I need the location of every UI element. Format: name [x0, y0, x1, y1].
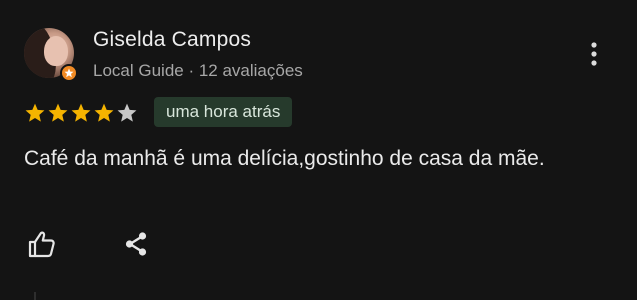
- star-empty-icon: [117, 103, 137, 122]
- like-button[interactable]: [26, 228, 58, 260]
- reviewer-avatar[interactable]: [24, 28, 78, 82]
- avatar-face: [44, 36, 68, 66]
- badge-star-icon: [64, 68, 74, 78]
- more-options-button[interactable]: [580, 38, 608, 70]
- reviewer-meta: Local Guide · 12 avaliações: [93, 61, 303, 80]
- share-icon: [125, 232, 147, 256]
- review-text: Café da manhã é uma delícia,gostinho de …: [24, 147, 545, 170]
- star-rating: [24, 102, 138, 124]
- thumbs-up-icon: [28, 231, 55, 258]
- local-guide-badge-icon: [60, 64, 78, 82]
- star-filled-icon: [25, 103, 45, 122]
- star-filled-icon: [94, 103, 114, 122]
- reviewer-name[interactable]: Giselda Campos: [93, 28, 251, 52]
- next-review-hint: [34, 292, 36, 300]
- star-filled-icon: [71, 103, 91, 122]
- review-time-chip: uma hora atrás: [154, 97, 293, 127]
- more-vert-icon: [591, 42, 597, 66]
- share-button[interactable]: [121, 229, 151, 259]
- star-filled-icon: [48, 103, 68, 122]
- review-card: Giselda Campos Local Guide · 12 avaliaçõ…: [0, 0, 637, 300]
